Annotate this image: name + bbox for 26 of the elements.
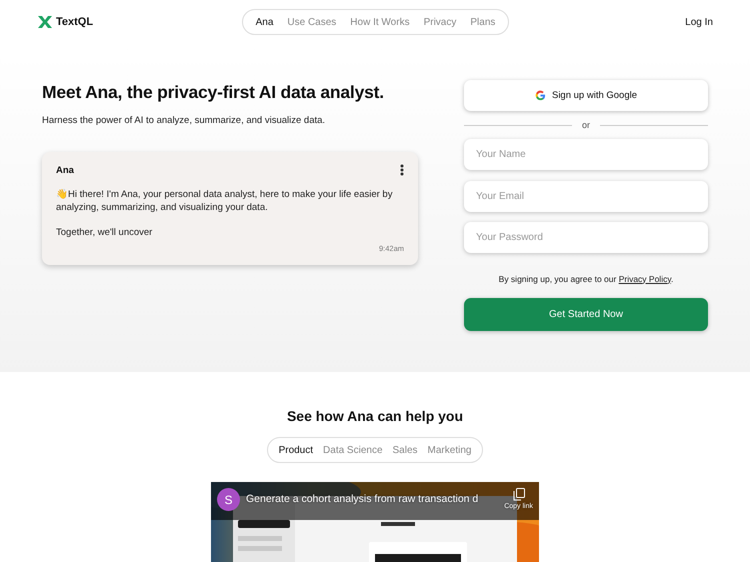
- nav-link[interactable]: Privacy: [416, 16, 464, 28]
- input-field[interactable]: Your Name: [464, 139, 708, 170]
- nav-link[interactable]: How It Works: [343, 16, 417, 28]
- nav-link[interactable]: Ana: [248, 16, 280, 28]
- hero-title: Meet Ana, the privacy-first AI data analyst.: [42, 82, 385, 103]
- nav-link[interactable]: Use Cases: [280, 16, 344, 28]
- tab[interactable]: Product: [274, 444, 318, 456]
- section-title: See how Ana can help you: [286, 408, 464, 424]
- tab[interactable]: Marketing: [422, 444, 476, 456]
- chat-message: Together, we'll uncover: [56, 226, 154, 239]
- google-signup-button[interactable]: Sign up with Google: [464, 80, 708, 111]
- input-field[interactable]: Your Password: [464, 222, 708, 253]
- login-link[interactable]: Log In: [572, 16, 713, 28]
- hero-subtitle: Harness the power of AI to analyze, summarize, and visualize data.: [42, 115, 326, 126]
- tab[interactable]: Sales: [388, 444, 423, 456]
- sender-name: Ana: [56, 164, 74, 176]
- chat-message: 👋Hi there! I'm Ana, your personal data analyst, here to make your life easier by analyzing, summarizing, and visualizing your data.: [56, 188, 394, 214]
- nav-link[interactable]: Plans: [463, 16, 502, 28]
- logo-text: TextQL: [56, 16, 94, 28]
- divider-label: or: [582, 120, 590, 130]
- video-title[interactable]: Generate a cohort analysis from raw transaction d: [246, 493, 498, 505]
- privacy-policy-link[interactable]: Privacy Policy: [618, 274, 671, 284]
- get-started-button[interactable]: Get Started Now: [464, 298, 708, 330]
- input-field[interactable]: Your Email: [464, 180, 708, 212]
- terms-text: By signing up, you agree to our Privacy Policy.: [498, 274, 674, 284]
- tab[interactable]: Data Science: [318, 444, 388, 456]
